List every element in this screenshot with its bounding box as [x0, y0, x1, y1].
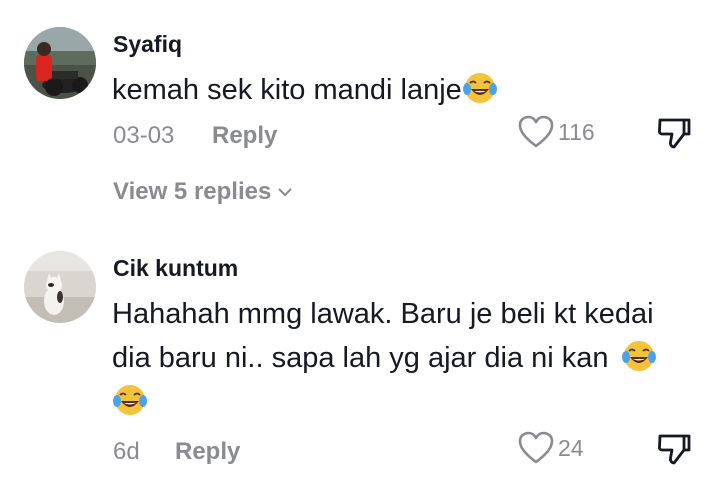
view-replies-button[interactable]: View 5 replies	[113, 178, 293, 206]
face-with-tears-of-joy-icon	[112, 382, 148, 418]
like-count: 24	[558, 434, 584, 461]
comment-text-content: kemah sek kito mandi lanje	[112, 74, 462, 106]
comment-date: 03-03	[113, 122, 175, 149]
like-button[interactable]: 24	[518, 431, 584, 465]
comment-text-line	[112, 380, 704, 424]
like-count: 116	[558, 118, 595, 145]
like-button[interactable]: 116	[518, 115, 595, 149]
face-with-tears-of-joy-icon	[462, 70, 498, 106]
reply-button[interactable]: Reply	[212, 122, 277, 150]
heart-outline-icon	[518, 115, 554, 148]
comment-text-line: Hahahah mmg lawak. Baru je beli kt kedai	[112, 298, 654, 330]
dislike-button[interactable]	[656, 116, 692, 150]
avatar[interactable]	[24, 251, 96, 323]
thumbs-down-icon	[658, 434, 691, 465]
comment-text-line: dia baru ni.. sapa lah yg ajar dia ni ka…	[112, 336, 704, 380]
chevron-down-icon	[278, 188, 293, 197]
thumbs-down-icon	[658, 118, 691, 149]
view-replies-label: View 5 replies	[113, 178, 272, 205]
comment-text: kemah sek kito mandi lanje	[112, 68, 704, 112]
dislike-button[interactable]	[656, 432, 692, 466]
username[interactable]: Syafiq	[113, 31, 182, 58]
username[interactable]: Cik kuntum	[113, 255, 238, 282]
avatar[interactable]	[24, 27, 96, 99]
comment-date: 6d	[113, 438, 140, 465]
comment-text: Hahahah mmg lawak. Baru je beli kt kedai…	[112, 292, 704, 424]
reply-button[interactable]: Reply	[175, 438, 240, 466]
comment-text-content: dia baru ni.. sapa lah yg ajar dia ni ka…	[112, 342, 609, 374]
heart-outline-icon	[518, 431, 554, 464]
face-with-tears-of-joy-icon	[621, 338, 657, 374]
